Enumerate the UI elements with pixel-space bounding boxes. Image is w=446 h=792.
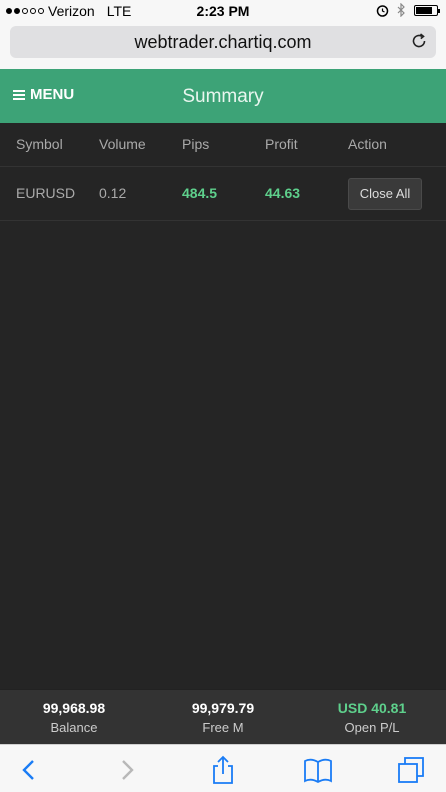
free-margin-stat: 99,979.79 Free M bbox=[149, 700, 297, 735]
address-bar[interactable]: webtrader.chartiq.com bbox=[10, 26, 436, 58]
cell-pips: 484.5 bbox=[182, 185, 218, 201]
back-icon[interactable] bbox=[14, 755, 44, 785]
cell-volume: 0.12 bbox=[99, 185, 127, 201]
free-margin-value: 99,979.79 bbox=[191, 700, 255, 716]
account-summary-bar: 99,968.98 Balance 99,979.79 Free M USD 4… bbox=[0, 689, 446, 744]
column-header-profit: Profit bbox=[265, 136, 298, 152]
table-row[interactable]: EURUSD 0.12 484.5 44.63 Close All bbox=[0, 167, 446, 221]
open-pl-value: USD 40.81 bbox=[337, 700, 407, 716]
cell-symbol: EURUSD bbox=[16, 185, 76, 201]
reload-icon[interactable] bbox=[410, 32, 428, 50]
column-header-action: Action bbox=[348, 136, 387, 152]
positions-table: Symbol Volume Pips Profit Action EURUSD … bbox=[0, 123, 446, 221]
balance-value: 99,968.98 bbox=[42, 700, 106, 716]
forward-icon[interactable] bbox=[112, 755, 142, 785]
share-icon[interactable] bbox=[208, 755, 238, 785]
balance-stat: 99,968.98 Balance bbox=[0, 700, 148, 735]
url-text[interactable]: webtrader.chartiq.com bbox=[10, 32, 436, 53]
balance-label: Balance bbox=[50, 720, 98, 735]
alarm-icon bbox=[376, 4, 389, 17]
open-pl-label: Open P/L bbox=[344, 720, 400, 735]
tabs-icon[interactable] bbox=[396, 755, 426, 785]
page-title: Summary bbox=[182, 86, 264, 107]
open-pl-stat: USD 40.81 Open P/L bbox=[298, 700, 446, 735]
app-header: MENU Summary bbox=[0, 69, 446, 123]
column-header-pips: Pips bbox=[182, 136, 210, 152]
close-all-button[interactable]: Close All bbox=[348, 178, 422, 210]
table-header-row: Symbol Volume Pips Profit Action bbox=[0, 123, 446, 167]
status-icons bbox=[376, 3, 440, 17]
cell-profit: 44.63 bbox=[265, 185, 301, 201]
browser-address-area: webtrader.chartiq.com bbox=[0, 22, 446, 69]
free-margin-label: Free M bbox=[202, 720, 244, 735]
bluetooth-icon bbox=[397, 3, 405, 17]
column-header-volume: Volume bbox=[99, 136, 146, 152]
battery-icon bbox=[414, 4, 440, 16]
status-bar: Verizon LTE 2:23 PM bbox=[0, 0, 446, 22]
browser-toolbar bbox=[0, 744, 446, 792]
column-header-symbol: Symbol bbox=[16, 136, 63, 152]
bookmarks-icon[interactable] bbox=[303, 755, 333, 785]
